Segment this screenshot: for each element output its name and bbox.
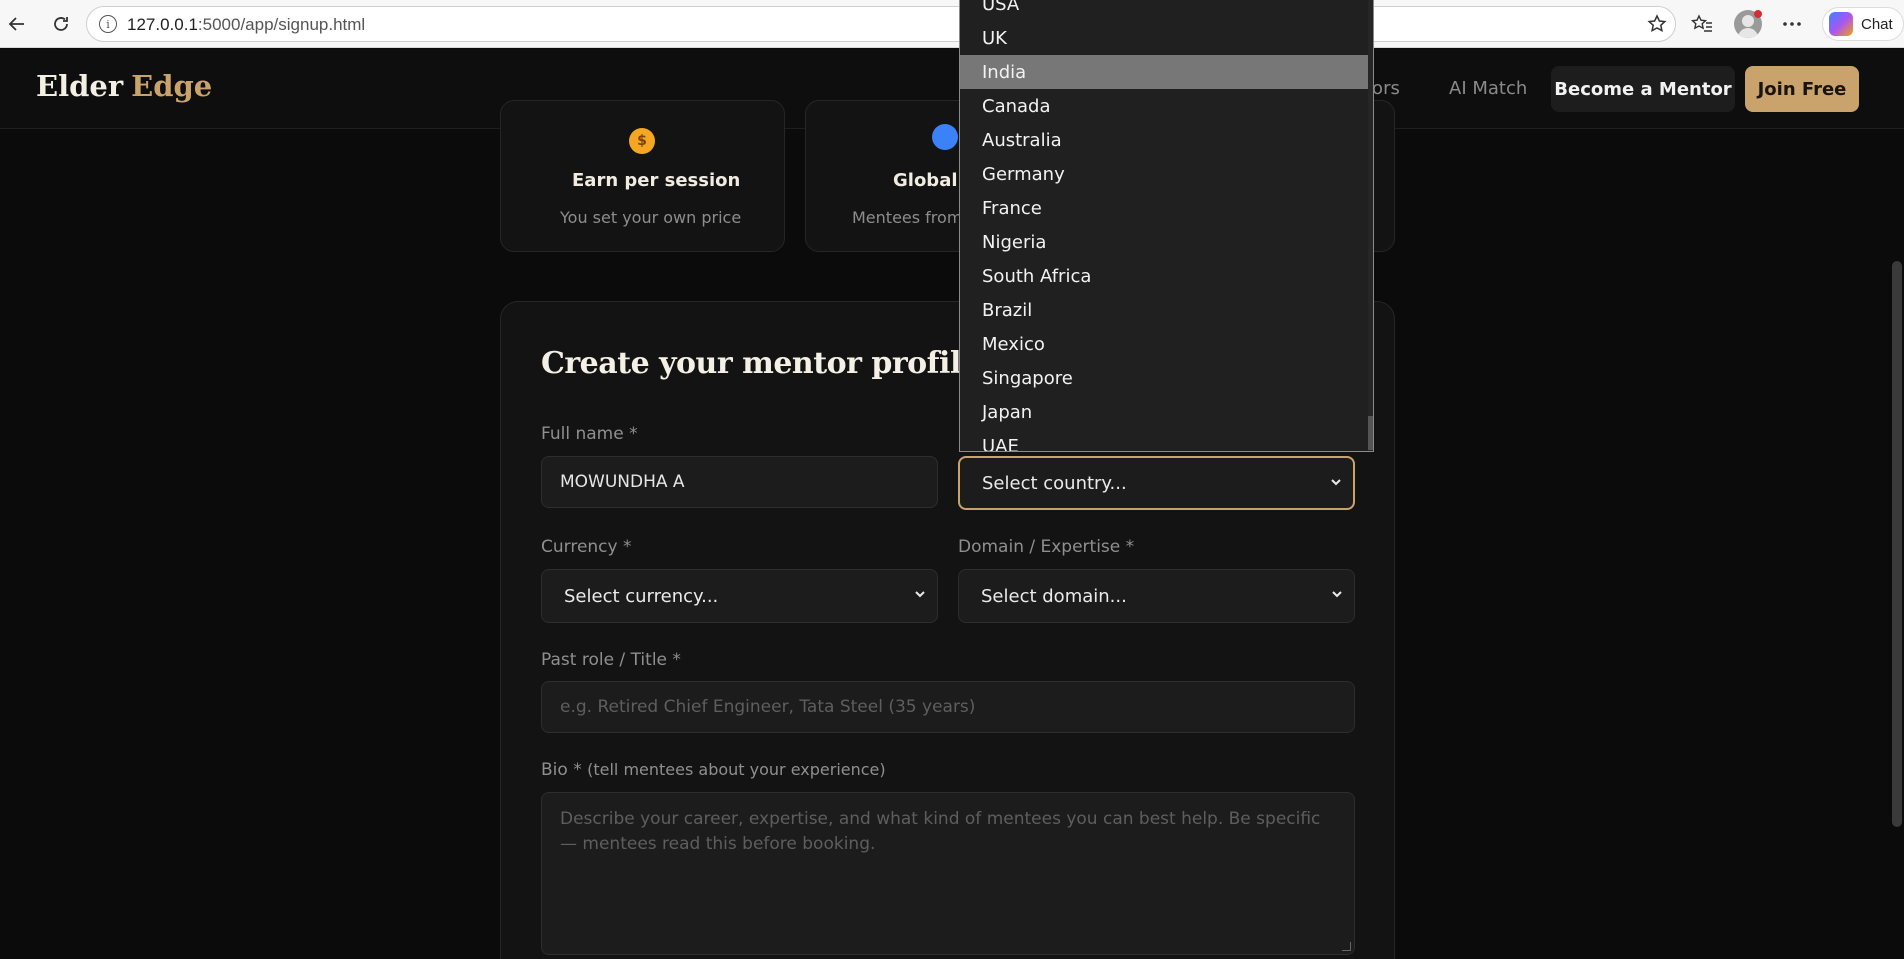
country-option[interactable]: Germany <box>960 157 1369 191</box>
full-name-input[interactable]: MOWUNDHA A <box>541 456 938 508</box>
url-text: 127.0.0.1:5000/app/signup.html <box>127 15 366 34</box>
globe-icon <box>932 124 958 150</box>
scrollbar-thumb[interactable] <box>1892 261 1902 827</box>
currency-select-value: Select currency... <box>564 585 719 607</box>
currency-label: Currency * <box>541 537 632 557</box>
bio-label-text: Bio * <box>541 760 582 780</box>
chevron-down-icon <box>1332 591 1342 598</box>
copilot-chat-button[interactable]: Chat <box>1822 7 1904 41</box>
coin-icon: $ <box>629 128 655 154</box>
past-role-label: Past role / Title * <box>541 650 681 670</box>
favorites-icon[interactable] <box>1688 10 1716 38</box>
logo[interactable]: Elder Edge <box>36 69 212 103</box>
currency-select[interactable]: Select currency... <box>541 569 938 623</box>
full-name-label: Full name * <box>541 424 638 444</box>
country-option[interactable]: Canada <box>960 89 1369 123</box>
become-mentor-button[interactable]: Become a Mentor <box>1551 66 1735 112</box>
favorite-star-icon[interactable] <box>1643 10 1671 38</box>
country-option[interactable]: France <box>960 191 1369 225</box>
country-option[interactable]: UK <box>960 21 1369 55</box>
notification-dot <box>1754 10 1762 18</box>
address-bar[interactable]: i 127.0.0.1:5000/app/signup.html <box>86 6 1676 42</box>
browser-toolbar: i 127.0.0.1:5000/app/signup.html Chat <box>0 0 1904 48</box>
domain-label: Domain / Expertise * <box>958 537 1135 557</box>
logo-main: Elder <box>36 69 124 103</box>
site-info-icon[interactable]: i <box>99 15 117 33</box>
domain-select-value: Select domain... <box>981 585 1127 607</box>
country-option[interactable]: Nigeria <box>960 225 1369 259</box>
reload-icon[interactable] <box>46 10 76 38</box>
back-icon[interactable] <box>2 10 32 38</box>
country-option[interactable]: India <box>960 55 1369 89</box>
domain-select[interactable]: Select domain... <box>958 569 1355 623</box>
dropdown-scrollbar[interactable] <box>1368 0 1373 451</box>
join-free-button[interactable]: Join Free <box>1745 66 1859 112</box>
country-select[interactable]: Select country... <box>958 456 1355 510</box>
more-menu-icon[interactable] <box>1778 10 1806 38</box>
country-dropdown-list[interactable]: USA UK India Canada Australia Germany France Ni… <box>959 0 1374 452</box>
country-option[interactable]: Japan <box>960 395 1369 429</box>
bio-label: Bio * (tell mentees about your experienc… <box>541 760 886 780</box>
dropdown-scrollbar-thumb[interactable] <box>1368 416 1373 450</box>
page-scrollbar[interactable] <box>1890 129 1904 959</box>
country-option[interactable]: Mexico <box>960 327 1369 361</box>
chevron-down-icon <box>1331 479 1341 486</box>
past-role-input[interactable]: e.g. Retired Chief Engineer, Tata Steel … <box>541 681 1355 733</box>
bio-hint: (tell mentees about your experience) <box>587 760 886 779</box>
country-option[interactable]: UAE <box>960 429 1369 452</box>
form-title: Create your mentor profile <box>541 346 980 381</box>
feature-title-earn: Earn per session <box>572 170 741 191</box>
nav-link-ai-match[interactable]: AI Match <box>1449 78 1527 99</box>
feature-subtitle-earn: You set your own price <box>560 208 742 227</box>
bio-placeholder: Describe your career, expertise, and wha… <box>560 809 1321 854</box>
logo-accent: Edge <box>131 69 213 103</box>
country-option[interactable]: Australia <box>960 123 1369 157</box>
country-option[interactable]: USA <box>960 0 1369 21</box>
chat-label: Chat <box>1861 15 1893 33</box>
country-option[interactable]: South Africa <box>960 259 1369 293</box>
country-option[interactable]: Singapore <box>960 361 1369 395</box>
country-option[interactable]: Brazil <box>960 293 1369 327</box>
bio-textarea[interactable]: Describe your career, expertise, and wha… <box>541 792 1355 955</box>
resize-handle[interactable] <box>1342 942 1351 951</box>
chevron-down-icon <box>915 591 925 598</box>
copilot-icon <box>1829 12 1853 36</box>
country-select-value: Select country... <box>982 472 1127 494</box>
